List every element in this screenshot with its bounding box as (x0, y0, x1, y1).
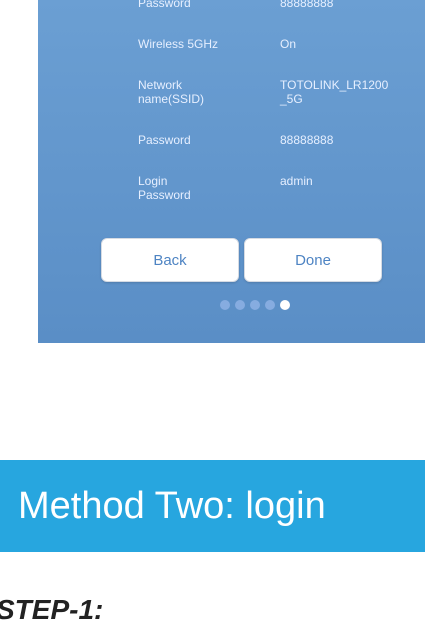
row-label: Password (138, 133, 191, 147)
setup-summary-panel: Password 88888888 Wireless 5GHz On Netwo… (38, 0, 425, 343)
done-button[interactable]: Done (244, 238, 382, 282)
row-label: Login Password (138, 174, 191, 202)
row-value: admin (280, 174, 313, 188)
row-value: 88888888 (280, 133, 334, 147)
row-label: Network name(SSID) (138, 78, 205, 106)
pagination-dots (220, 300, 290, 310)
pagination-dot-active (280, 300, 290, 310)
row-label: Wireless 5GHz (138, 37, 219, 51)
back-button[interactable]: Back (101, 238, 239, 282)
pagination-dot (220, 300, 230, 310)
pagination-dot (250, 300, 260, 310)
pagination-dot (265, 300, 275, 310)
method-banner-text: Method Two: login (18, 485, 326, 527)
pagination-dot (235, 300, 245, 310)
row-value: 88888888 (280, 0, 334, 10)
row-label: Password (138, 0, 191, 10)
step-heading: STEP-1: (0, 594, 104, 625)
method-banner: Method Two: login (0, 460, 425, 552)
row-value: TOTOLINK_LR1200 _5G (280, 78, 389, 106)
row-value: On (280, 37, 297, 51)
